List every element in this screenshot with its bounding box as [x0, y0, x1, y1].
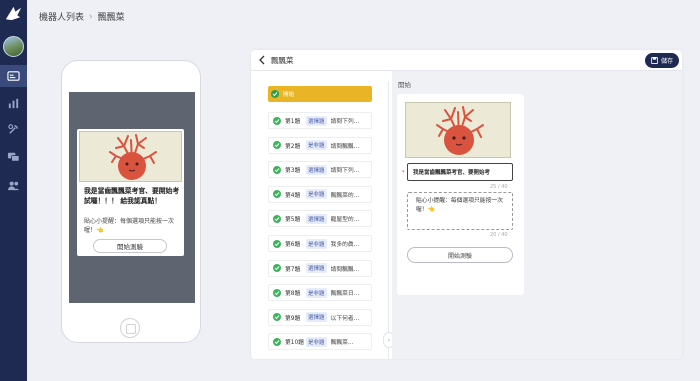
check-icon: [273, 141, 281, 150]
question-type-badge: 是非題: [306, 140, 327, 151]
back-arrow-icon[interactable]: [257, 55, 267, 65]
phone-preview: 我是當齒飄飄菜考官、要開始考試囉！！！ 給我認真點！ 貼心小提醒：每個選項只能按…: [61, 60, 201, 343]
phone-start-button[interactable]: 開始測驗: [93, 239, 167, 253]
breadcrumb: 機器人列表 › 飄飄菜: [27, 0, 700, 33]
tools-icon: [8, 123, 18, 134]
question-number: 第2題: [285, 143, 301, 150]
question-item[interactable]: 第7題 選擇題 請問飄飄...: [268, 259, 372, 277]
question-item[interactable]: 第5題 選擇題 寵屋型的...: [268, 210, 372, 228]
check-icon: [273, 239, 281, 248]
question-type-badge: 選擇題: [306, 164, 327, 175]
question-type-badge: 是非題: [306, 287, 327, 298]
check-icon: [273, 214, 281, 223]
title-input[interactable]: 我是當齒飄飄菜考官、要開始考: [407, 163, 513, 181]
check-icon: [271, 90, 279, 98]
editor-start-button[interactable]: 開始測驗: [407, 247, 513, 263]
sidebar: [0, 0, 27, 381]
panel-title: 飄飄菜: [271, 55, 294, 65]
question-text: 我多的眞...: [330, 242, 360, 248]
sidebar-item-bots[interactable]: [0, 65, 27, 87]
question-number: 第3題: [285, 168, 301, 175]
question-item[interactable]: 第8題 是非題 飄飄菜日...: [268, 284, 372, 302]
description-input[interactable]: 貼心小提醒：每個選項只能按一次喔！👈: [407, 192, 513, 230]
check-icon: [273, 288, 281, 297]
sidebar-item-tools[interactable]: [0, 118, 27, 140]
question-item[interactable]: 第9題 選擇題 以下何者...: [268, 308, 372, 326]
question-number: 第1題: [285, 119, 301, 125]
logo-icon[interactable]: [4, 4, 23, 23]
question-number: 第5題: [285, 217, 301, 224]
bot-list-icon: [7, 70, 20, 81]
question-type-badge: 是非題: [306, 238, 327, 249]
question-text: 寵屋型的...: [330, 217, 360, 224]
chart-icon: [8, 98, 19, 108]
phone-message-description: 貼心小提醒：每個選項只能按一次喔！👈: [84, 218, 175, 234]
title-char-count: 25 / 40: [490, 184, 508, 190]
question-type-badge: 是非題: [306, 336, 327, 347]
question-type-badge: 選擇題: [306, 115, 327, 126]
question-item[interactable]: 第2題 是非題 請問飄飄...: [268, 136, 372, 154]
question-text: 請問下列...: [330, 119, 360, 125]
sidebar-item-stats[interactable]: [0, 92, 27, 114]
question-list: 開始 第1題 選擇題 請問下列... 第2題 是非題 請問飄飄... 第3題 選擇題 請問下列.…: [264, 81, 389, 359]
question-text: 請問飄飄...: [330, 143, 360, 150]
question-item[interactable]: 第1題 選擇題 請問下列...: [268, 112, 372, 129]
check-icon: [273, 190, 281, 199]
check-icon: [273, 264, 281, 273]
editor-section-label: 開始: [398, 81, 411, 89]
required-mark: *: [402, 170, 405, 176]
check-icon: [273, 116, 281, 125]
save-button-label: 儲存: [660, 58, 673, 65]
check-icon: [273, 337, 281, 346]
message-editor: 開始 * 我是當齒飄飄菜考官、要開始考 25 / 40 貼心小提醒：每個選項只能…: [392, 71, 682, 359]
question-text: 請問飄飄...: [330, 266, 360, 273]
sidebar-item-users[interactable]: [0, 174, 27, 196]
home-button-icon: [120, 318, 140, 338]
breadcrumb-current: 飄飄菜: [97, 13, 125, 23]
question-number: 第4題: [285, 192, 301, 199]
phone-message-title: 我是當齒飄飄菜考官、要開始考試囉！！！ 給我認真點！: [84, 187, 180, 205]
description-char-count: 20 / 40: [490, 232, 508, 238]
sidebar-item-messages[interactable]: [0, 145, 27, 167]
editor-broccoli-image[interactable]: [405, 102, 511, 158]
question-number: 第8題: [285, 291, 301, 298]
question-number: 第6題: [285, 242, 301, 248]
question-text: 飄飄菜...: [330, 340, 354, 347]
phone-screen: 我是當齒飄飄菜考官、要開始考試囉！！！ 給我認真點！ 貼心小提醒：每個選項只能按…: [69, 92, 195, 303]
phone-message-card: 我是當齒飄飄菜考官、要開始考試囉！！！ 給我認真點！ 貼心小提醒：每個選項只能按…: [77, 129, 184, 256]
broccoli-image: [79, 131, 182, 182]
question-item[interactable]: 第3題 選擇題 請問下列...: [268, 161, 372, 179]
question-text: 飄飄菜日...: [330, 291, 360, 298]
question-start-item[interactable]: 開始: [268, 86, 372, 102]
question-text: 以下何者...: [330, 315, 360, 322]
question-type-badge: 選擇題: [306, 263, 327, 274]
breadcrumb-separator: ›: [89, 11, 93, 22]
panel-header: 飄飄菜 儲存: [251, 50, 682, 71]
check-icon: [273, 313, 281, 322]
question-number: 第9題: [285, 315, 301, 322]
check-icon: [273, 165, 281, 174]
question-number: 第7題: [285, 266, 301, 273]
editor-card: * 我是當齒飄飄菜考官、要開始考 25 / 40 貼心小提醒：每個選項只能按一次…: [397, 94, 524, 295]
question-type-badge: 選擇題: [306, 213, 327, 224]
breadcrumb-parent[interactable]: 機器人列表: [39, 10, 84, 23]
question-number: 第10題: [285, 340, 304, 347]
avatar[interactable]: [3, 36, 24, 57]
messages-icon: [7, 152, 20, 162]
question-item[interactable]: 第4題 是非題 飄飄菜的...: [268, 185, 372, 203]
question-type-badge: 選擇題: [306, 312, 327, 323]
save-icon: [651, 57, 658, 64]
question-text: 飄飄菜的...: [330, 192, 360, 199]
question-start-label: 開始: [283, 92, 295, 98]
question-text: 請問下列...: [330, 168, 360, 175]
editor-panel: 飄飄菜 儲存 開始 第1題 選擇題 請問下列... 第2題 是非題 請問飄飄... 第3題選…: [251, 50, 682, 359]
question-item[interactable]: 第10題 是非題 飄飄菜...: [268, 333, 372, 351]
question-item[interactable]: 第6題 是非題 我多的眞...: [268, 235, 372, 252]
save-button[interactable]: 儲存: [644, 53, 679, 68]
users-icon: [7, 181, 20, 190]
question-type-badge: 是非題: [306, 189, 327, 200]
